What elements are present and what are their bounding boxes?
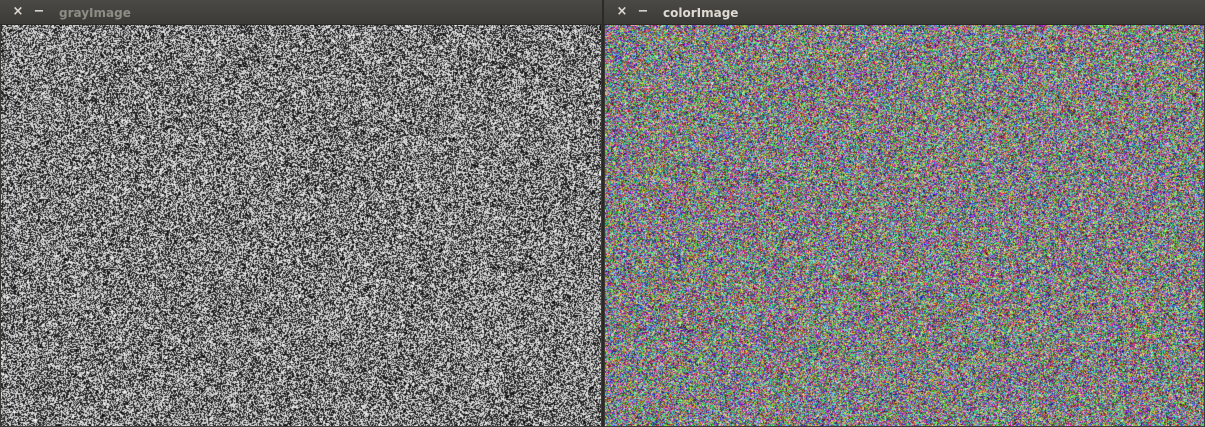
close-icon[interactable]: ×: [614, 4, 630, 20]
minimize-icon[interactable]: −: [31, 4, 47, 20]
title-bar[interactable]: × − colorImage: [604, 0, 1205, 25]
window-title: grayImage: [59, 5, 131, 21]
color-noise-image: [605, 25, 1204, 426]
color-image-window: × − colorImage: [604, 0, 1205, 427]
title-bar[interactable]: × − grayImage: [0, 0, 602, 25]
gray-noise-image: [1, 25, 601, 426]
close-icon[interactable]: ×: [10, 4, 26, 20]
minimize-icon[interactable]: −: [635, 4, 651, 20]
gray-image-window: × − grayImage: [0, 0, 602, 427]
window-title: colorImage: [663, 5, 738, 21]
image-area: [605, 25, 1204, 426]
image-area: [1, 25, 601, 426]
